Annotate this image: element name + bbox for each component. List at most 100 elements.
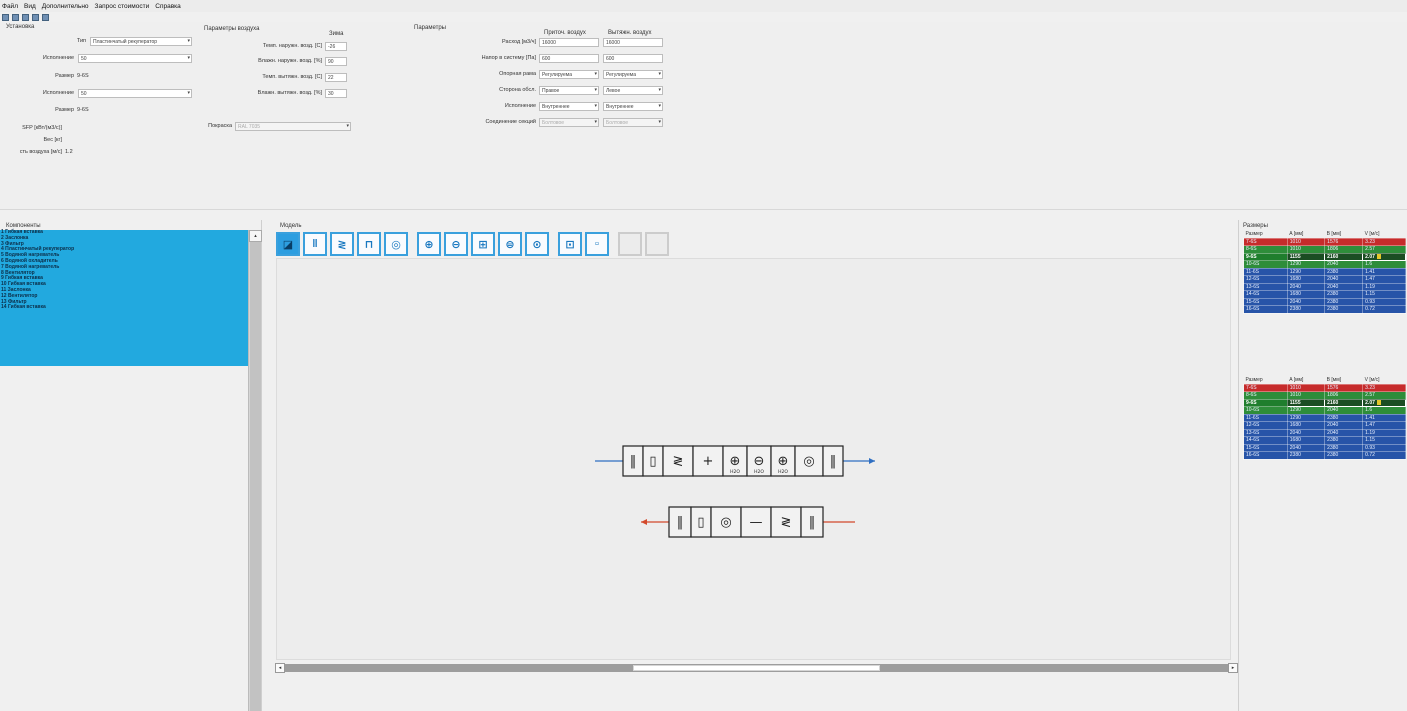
air-params-title: Параметры воздуха — [204, 26, 260, 32]
menu-view[interactable]: Вид — [24, 3, 36, 10]
sizes-row[interactable]: 16-6S 2380 2380 0.72 — [1243, 451, 1406, 460]
cooler-tool[interactable]: ⊖ — [444, 232, 468, 256]
supply-select[interactable]: Внутреннее ▾ — [539, 101, 599, 111]
supply-value: Болтовое — [542, 119, 565, 126]
exhaust-select[interactable]: Внутреннее ▾ — [603, 101, 663, 111]
components-scrollbar[interactable]: ▴ — [248, 230, 262, 711]
sizes-row[interactable]: 7-6S 1010 1576 3.23 — [1243, 383, 1406, 392]
sizes-row[interactable]: 13-6S 2040 2040 1.19 — [1243, 282, 1406, 291]
bag-filter-tool[interactable]: ⊓ — [357, 232, 381, 256]
humidifier-tool[interactable]: ⊜ — [498, 232, 522, 256]
size-cell: 11-6S — [1243, 413, 1288, 422]
sizes-header-cell: A [мм] — [1289, 376, 1304, 383]
exhaust-input[interactable]: 600 — [603, 53, 663, 63]
fan-tool[interactable]: ◎ — [384, 232, 408, 256]
droplet-tool[interactable]: ⊙ — [525, 232, 549, 256]
exhaust-input[interactable]: 16000 — [603, 37, 663, 47]
sizes-header-cell: Размер — [1245, 230, 1263, 237]
sizes-table-supply: Размер A [мм] B [мм] V [м/с] 7-6S 1010 1576 3.2… — [1243, 230, 1406, 314]
supply-input[interactable]: 600 — [539, 53, 599, 63]
sizes-row[interactable]: 16-6S 2380 2380 0.72 — [1243, 305, 1406, 314]
sizes-row[interactable]: 11-6S 1290 2380 1.41 — [1243, 267, 1406, 276]
sizes-row[interactable]: 7-6S 1010 1576 3.23 — [1243, 237, 1406, 246]
b-cell: 2160 — [1324, 252, 1364, 261]
sizes-title: Размеры — [1243, 223, 1268, 229]
chevron-down-icon: ▾ — [594, 118, 597, 125]
execution-value: 50 — [81, 55, 87, 62]
info-icon[interactable] — [32, 13, 39, 21]
flag-icon — [1376, 399, 1381, 405]
exhaust-temp-input[interactable]: 22 — [325, 72, 347, 82]
supply-input[interactable]: 16000 — [539, 37, 599, 47]
sizes-row[interactable]: 15-6S 2040 2380 0.93 — [1243, 443, 1406, 452]
coating-value: RAL 7035 — [238, 123, 261, 130]
save-icon[interactable] — [12, 13, 19, 21]
menu-file[interactable]: Файл — [2, 3, 18, 10]
blank-tool[interactable]: ▫ — [585, 232, 609, 256]
type-select[interactable]: Пластинчатый рекуператор ▾ — [90, 36, 192, 46]
coating-select[interactable]: RAL 7035 ▾ — [235, 121, 351, 131]
sizes-row[interactable]: 9-6S 1155 2160 2.07 — [1243, 252, 1406, 261]
sizes-row[interactable]: 12-6S 1680 2040 1.47 — [1243, 421, 1406, 430]
supply-value: Регулируема — [542, 71, 572, 78]
supply-air-header: Приточ. воздух — [544, 30, 586, 36]
scroll-left-icon[interactable]: ◂ — [275, 663, 285, 673]
a-cell: 1290 — [1286, 260, 1326, 269]
params-row: Соединение секций Болтовое ▾ Болтовое ▾ — [404, 117, 663, 127]
size-cell: 9-6S — [1243, 252, 1288, 261]
scroll-up-icon[interactable]: ▴ — [249, 230, 262, 242]
sizes-row[interactable]: 15-6S 2040 2380 0.93 — [1243, 297, 1406, 306]
sizes-row[interactable]: 8-6S 1010 1806 2.57 — [1243, 245, 1406, 254]
menu-help[interactable]: Справка — [155, 3, 181, 10]
exhaust-select[interactable]: Регулируема ▾ — [603, 69, 663, 79]
menu-additional[interactable]: Дополнительно — [42, 3, 89, 10]
v-cell: 2.57 — [1362, 245, 1406, 254]
coating-label: Покраска — [208, 123, 232, 129]
silencer-tool[interactable]: ⊡ — [558, 232, 582, 256]
exhaust-select[interactable]: Левое ▾ — [603, 85, 663, 95]
recuperator-tool[interactable]: ◪ — [276, 232, 300, 256]
b-cell: 1576 — [1324, 237, 1364, 246]
size-cell: 13-6S — [1243, 428, 1288, 437]
flex-insert-tool[interactable]: ‖ — [303, 232, 327, 256]
supply-select[interactable]: Регулируема ▾ — [539, 69, 599, 79]
exhaust-humidity-input[interactable]: 30 — [325, 88, 347, 98]
sizes-row[interactable]: 10-6S 1290 2040 1.6 — [1243, 406, 1406, 415]
outdoor-temp-input[interactable]: -26 — [325, 41, 347, 51]
sizes-row[interactable]: 14-6S 1680 2380 1.15 — [1243, 290, 1406, 299]
sizes-row[interactable]: 14-6S 1680 2380 1.15 — [1243, 436, 1406, 445]
filter-tool[interactable]: ≷ — [330, 232, 354, 256]
scroll-thumb[interactable] — [250, 242, 261, 711]
hscroll-thumb[interactable] — [633, 665, 880, 671]
params-row-label: Сторона обсл. — [499, 87, 536, 93]
export-icon[interactable] — [42, 13, 49, 21]
print-icon[interactable] — [22, 13, 29, 21]
scroll-right-icon[interactable]: ▸ — [1228, 663, 1238, 673]
section-symbol: — — [750, 515, 763, 530]
air-param-label: Темп. наружн. возд. [C] — [262, 43, 322, 49]
new-file-icon[interactable] — [2, 13, 9, 21]
size-cell: 12-6S — [1243, 275, 1288, 284]
model-canvas[interactable]: ‖ ▯ ≷ + ⊕ H2O ⊖ H2O ⊕ H2O ◎ ‖ ‖ ▯ ◎ — ≷ ‖ — [276, 258, 1231, 660]
v-cell: 3.23 — [1362, 383, 1406, 392]
sizes-row[interactable]: 9-6S 1155 2160 2.07 — [1243, 398, 1406, 407]
exhaust-select[interactable]: Болтовое ▾ — [603, 117, 663, 127]
sizes-row[interactable]: 10-6S 1290 2040 1.6 — [1243, 260, 1406, 269]
section-symbol: + — [703, 454, 714, 469]
v-cell: 2.07 — [1362, 398, 1406, 407]
execution-2-select[interactable]: 50 ▾ — [78, 88, 192, 98]
sizes-row[interactable]: 13-6S 2040 2040 1.19 — [1243, 428, 1406, 437]
supply-select[interactable]: Болтовое ▾ — [539, 117, 599, 127]
model-hscrollbar[interactable]: ◂ ▸ — [275, 663, 1238, 673]
b-cell: 1806 — [1324, 245, 1364, 254]
sizes-row[interactable]: 12-6S 1680 2040 1.47 — [1243, 275, 1406, 284]
heater-tool[interactable]: ⊕ — [417, 232, 441, 256]
menu-price-request[interactable]: Запрос стоимости — [95, 3, 150, 10]
list-item[interactable]: 14 Гибкая вставка — [0, 305, 248, 311]
electric-heater-tool[interactable]: ⊞ — [471, 232, 495, 256]
sizes-row[interactable]: 8-6S 1010 1806 2.57 — [1243, 391, 1406, 400]
supply-select[interactable]: Правое ▾ — [539, 85, 599, 95]
execution-select[interactable]: 50 ▾ — [78, 53, 192, 63]
outdoor-humidity-input[interactable]: 90 — [325, 56, 347, 66]
sizes-row[interactable]: 11-6S 1290 2380 1.41 — [1243, 413, 1406, 422]
